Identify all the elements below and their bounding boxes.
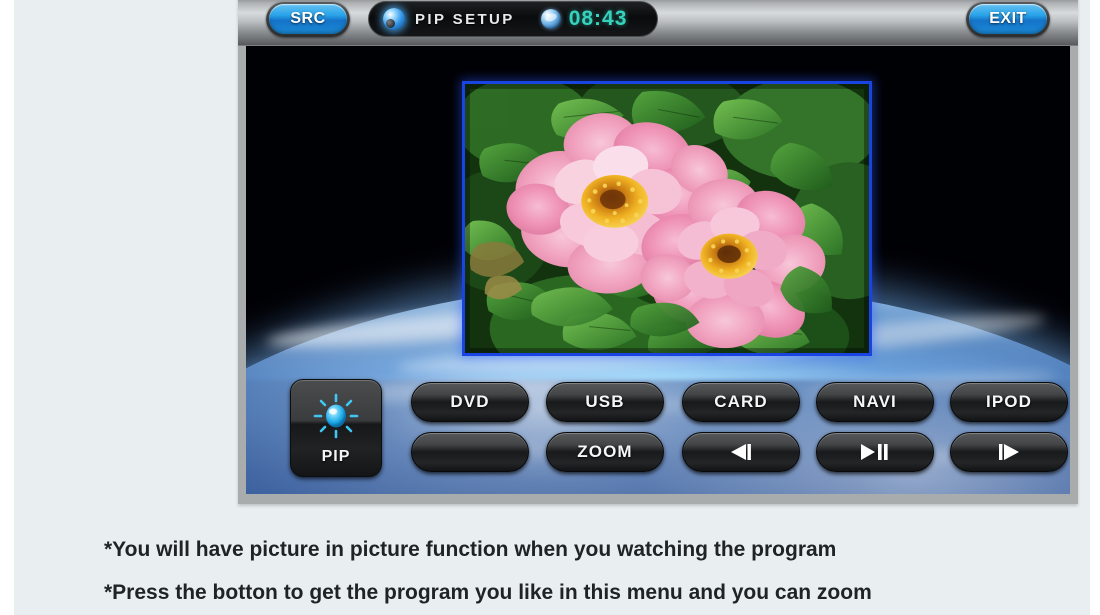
zoom-button-label: ZOOM [577,442,633,461]
caption-line-2: *Press the botton to get the program you… [104,581,872,604]
exit-button[interactable]: EXIT [966,1,1050,37]
display-screen: PIP DVD USB CARD NAVI IPOD ZOOM [246,46,1070,494]
navi-button-label: NAVI [853,392,897,411]
ipod-button-label: IPOD [986,392,1032,411]
src-button[interactable]: SRC [266,1,350,37]
dvd-button-label: DVD [450,392,490,411]
src-button-label: SRC [290,10,326,27]
card-button-label: CARD [714,392,768,411]
exit-button-label: EXIT [989,10,1027,27]
usb-button-label: USB [585,392,625,411]
zoom-button[interactable]: ZOOM [546,432,664,472]
page-root: SRC PIP SETUP 08:43 EXIT PIP DVD USB CAR… [0,0,1100,615]
play-pause-button[interactable] [816,432,934,472]
page-right-margin [1090,0,1100,615]
previous-track-button[interactable] [682,432,800,472]
pip-mode-button[interactable]: PIP [290,379,382,477]
clock-time: 08:43 [568,7,628,30]
navi-button[interactable]: NAVI [816,382,934,422]
status-title: PIP SETUP [415,10,515,28]
page-left-margin [0,0,14,615]
card-button[interactable]: CARD [682,382,800,422]
blank-button[interactable] [411,432,529,472]
pip-mode-label: PIP [321,448,351,465]
brightness-sun-icon [313,393,359,439]
usb-button[interactable]: USB [546,382,664,422]
status-capsule: PIP SETUP 08:43 [368,1,658,37]
glowing-orb-icon [383,8,405,30]
peony-flowers-image [465,84,869,353]
caption-block: *You will have picture in picture functi… [104,528,1064,614]
next-track-button[interactable] [950,432,1068,472]
globe-icon [540,9,561,29]
src-button-face: SRC [269,4,347,34]
exit-button-face: EXIT [969,4,1047,34]
caption-line-1: *You will have picture in picture functi… [104,538,837,561]
control-panel: PIP DVD USB CARD NAVI IPOD ZOOM [246,374,1070,494]
previous-icon [726,443,756,461]
next-icon [994,443,1024,461]
pip-video-window[interactable] [462,81,872,356]
dvd-button[interactable]: DVD [411,382,529,422]
ipod-button[interactable]: IPOD [950,382,1068,422]
play-pause-icon [858,443,892,461]
car-head-unit-device: SRC PIP SETUP 08:43 EXIT PIP DVD USB CAR… [238,0,1078,504]
top-status-bar: SRC PIP SETUP 08:43 EXIT [238,0,1078,46]
